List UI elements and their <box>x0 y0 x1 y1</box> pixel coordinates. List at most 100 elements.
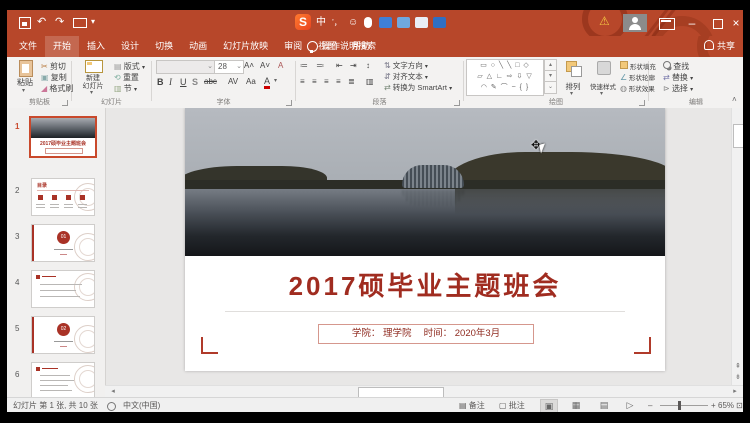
font-name-combo[interactable]: ⌄ <box>156 60 215 74</box>
find-button[interactable]: 查找 <box>663 61 689 72</box>
undo-icon[interactable]: ↶ <box>37 15 46 29</box>
format-painter-button[interactable]: ◢ 格式刷 <box>41 83 73 94</box>
language-indicator[interactable]: 中文(中国) <box>123 398 160 412</box>
tab-review[interactable]: 审阅 <box>276 36 310 57</box>
ime-keyboard-icon[interactable] <box>379 17 392 28</box>
decrease-indent-icon[interactable]: ⇤ <box>336 61 343 70</box>
accessibility-icon[interactable] <box>107 402 116 411</box>
layout-button[interactable]: ▤ 版式 ▾ <box>114 61 145 72</box>
numbering-icon[interactable]: ≕ <box>316 61 324 70</box>
justify-icon[interactable]: ≡ <box>336 77 341 86</box>
tell-me-search[interactable]: 操作说明搜索 <box>322 36 376 57</box>
tab-transitions[interactable]: 切换 <box>147 36 181 57</box>
scroll-up-icon[interactable] <box>732 109 743 121</box>
zoom-in-button[interactable]: + <box>711 398 716 412</box>
vertical-scrollbar-thumb[interactable] <box>733 124 743 148</box>
redo-icon[interactable]: ↷ <box>55 15 64 29</box>
distribute-icon[interactable]: ≣ <box>348 77 355 86</box>
dialog-launcher-icon[interactable] <box>62 100 68 106</box>
change-case-icon[interactable]: Aa <box>246 77 256 86</box>
zoom-slider-thumb[interactable] <box>678 401 681 410</box>
tab-design[interactable]: 设计 <box>113 36 147 57</box>
slide-sorter-view-button[interactable]: ▦ <box>568 399 584 412</box>
slide-title[interactable]: 2017硕毕业主题班会 <box>185 266 665 303</box>
strikethrough-button[interactable]: abc <box>204 77 217 86</box>
slide-photo[interactable] <box>185 108 665 256</box>
columns-icon[interactable]: ▥ <box>366 77 374 86</box>
text-direction-button[interactable]: ⇅ 文字方向 ▾ <box>384 60 428 71</box>
tab-slideshow[interactable]: 幻灯片放映 <box>215 36 276 57</box>
slideshow-view-button[interactable]: ▷ <box>622 399 638 412</box>
convert-smartart-button[interactable]: ⇄ 转换为 SmartArt ▾ <box>384 82 452 93</box>
horizontal-scrollbar[interactable]: ◂ ▸ <box>105 385 743 397</box>
font-size-combo[interactable]: 28⌄ <box>214 60 244 74</box>
align-right-icon[interactable]: ≡ <box>324 77 329 86</box>
save-icon[interactable] <box>19 17 31 29</box>
slide-thumbnail-3[interactable]: 01 <box>31 224 95 262</box>
slide-thumbnail-5[interactable]: 02 <box>31 316 95 354</box>
reset-button[interactable]: ⟲ 重置 <box>114 72 139 83</box>
grow-font-icon[interactable]: A˄ <box>244 61 254 70</box>
bullets-icon[interactable]: ≔ <box>300 61 308 70</box>
shapes-gallery[interactable]: ▭ ○ ╲ ╲ □ ◇ ▱ △ ∟ ⇨ ⇩ ▽ ◠ ✎ ⌒ ~ { } <box>466 59 544 96</box>
notes-button[interactable]: ▤ 备注 <box>459 398 485 412</box>
comments-button[interactable]: ▢ 批注 <box>499 398 525 412</box>
horizontal-scrollbar-thumb[interactable] <box>358 387 444 397</box>
restore-button[interactable] <box>705 10 731 36</box>
slide-canvas[interactable]: 2017硕毕业主题班会 学院： 理学院 时间： 2020年3月 <box>185 108 665 371</box>
dialog-launcher-icon[interactable] <box>639 100 645 106</box>
line-spacing-icon[interactable]: ↕ <box>366 61 370 70</box>
scroll-right-icon[interactable]: ▸ <box>729 386 741 397</box>
font-color-dropdown-icon[interactable]: ▾ <box>274 77 277 84</box>
text-shadow-button[interactable]: S <box>192 77 198 87</box>
ime-emoji-icon[interactable]: ☺ <box>348 16 358 30</box>
select-button[interactable]: ⊳ 选择 ▾ <box>663 83 693 94</box>
warning-icon[interactable]: ⚠ <box>599 14 610 28</box>
tab-file[interactable]: 文件 <box>11 36 45 57</box>
reading-view-button[interactable]: ▤ <box>596 399 612 412</box>
tab-home[interactable]: 开始 <box>45 36 79 57</box>
zoom-out-button[interactable]: – <box>648 398 652 412</box>
align-text-button[interactable]: ⇵ 对齐文本 ▾ <box>384 71 428 82</box>
scroll-left-icon[interactable]: ◂ <box>107 386 119 397</box>
align-center-icon[interactable]: ≡ <box>312 77 317 86</box>
font-color-icon[interactable]: A <box>264 77 270 89</box>
minimize-button[interactable]: – <box>679 10 705 36</box>
slide-thumbnail-1[interactable]: 2017硕毕业主题班会 <box>29 116 97 158</box>
slide-thumbnail-6[interactable] <box>31 362 95 397</box>
ime-chinese-icon[interactable]: 中 <box>316 16 326 30</box>
bold-button[interactable]: B <box>157 77 164 87</box>
ime-person-icon[interactable] <box>397 17 410 28</box>
character-spacing-icon[interactable]: AV <box>228 77 238 86</box>
collapse-ribbon-icon[interactable]: ˄ <box>732 95 737 104</box>
tab-insert[interactable]: 插入 <box>79 36 113 57</box>
zoom-slider-track[interactable] <box>660 405 708 406</box>
start-slideshow-icon[interactable] <box>73 18 87 28</box>
fit-to-window-icon[interactable]: ⊡ <box>736 398 743 412</box>
copy-button[interactable]: ▣ 复制 <box>41 72 67 83</box>
normal-view-button[interactable]: ▣ <box>540 399 558 412</box>
close-button[interactable]: × <box>729 10 743 36</box>
increase-indent-icon[interactable]: ⇥ <box>350 61 357 70</box>
next-slide-icon[interactable]: ⇟ <box>732 372 743 384</box>
scroll-down-icon[interactable] <box>732 348 743 360</box>
italic-button[interactable]: I <box>169 77 172 87</box>
cut-button[interactable]: ✂ 剪切 <box>41 61 66 72</box>
vertical-scrollbar[interactable]: ⇞ ⇟ <box>731 108 743 385</box>
zoom-level[interactable]: 65% <box>718 398 734 412</box>
slide-thumbnail-2[interactable]: 目录 <box>31 178 95 216</box>
replace-button[interactable]: ⇄ 替换 ▾ <box>663 72 693 83</box>
clear-formatting-icon[interactable]: A <box>278 61 283 70</box>
slide-thumbnail-4[interactable] <box>31 270 95 308</box>
ribbon-display-options-icon[interactable] <box>659 18 675 30</box>
underline-button[interactable]: U <box>180 77 187 87</box>
dialog-launcher-icon[interactable] <box>454 100 460 106</box>
ime-mic-icon[interactable] <box>364 17 372 28</box>
tab-animations[interactable]: 动画 <box>181 36 215 57</box>
slide-info-box[interactable]: 学院： 理学院 时间： 2020年3月 <box>318 324 534 344</box>
align-left-icon[interactable]: ≡ <box>300 77 305 86</box>
share-button[interactable]: 共享 <box>704 36 735 57</box>
sogou-ime-icon[interactable]: S <box>295 14 311 30</box>
ime-skin-icon[interactable] <box>415 17 428 28</box>
customize-qat-icon[interactable]: ▾ <box>91 15 95 29</box>
